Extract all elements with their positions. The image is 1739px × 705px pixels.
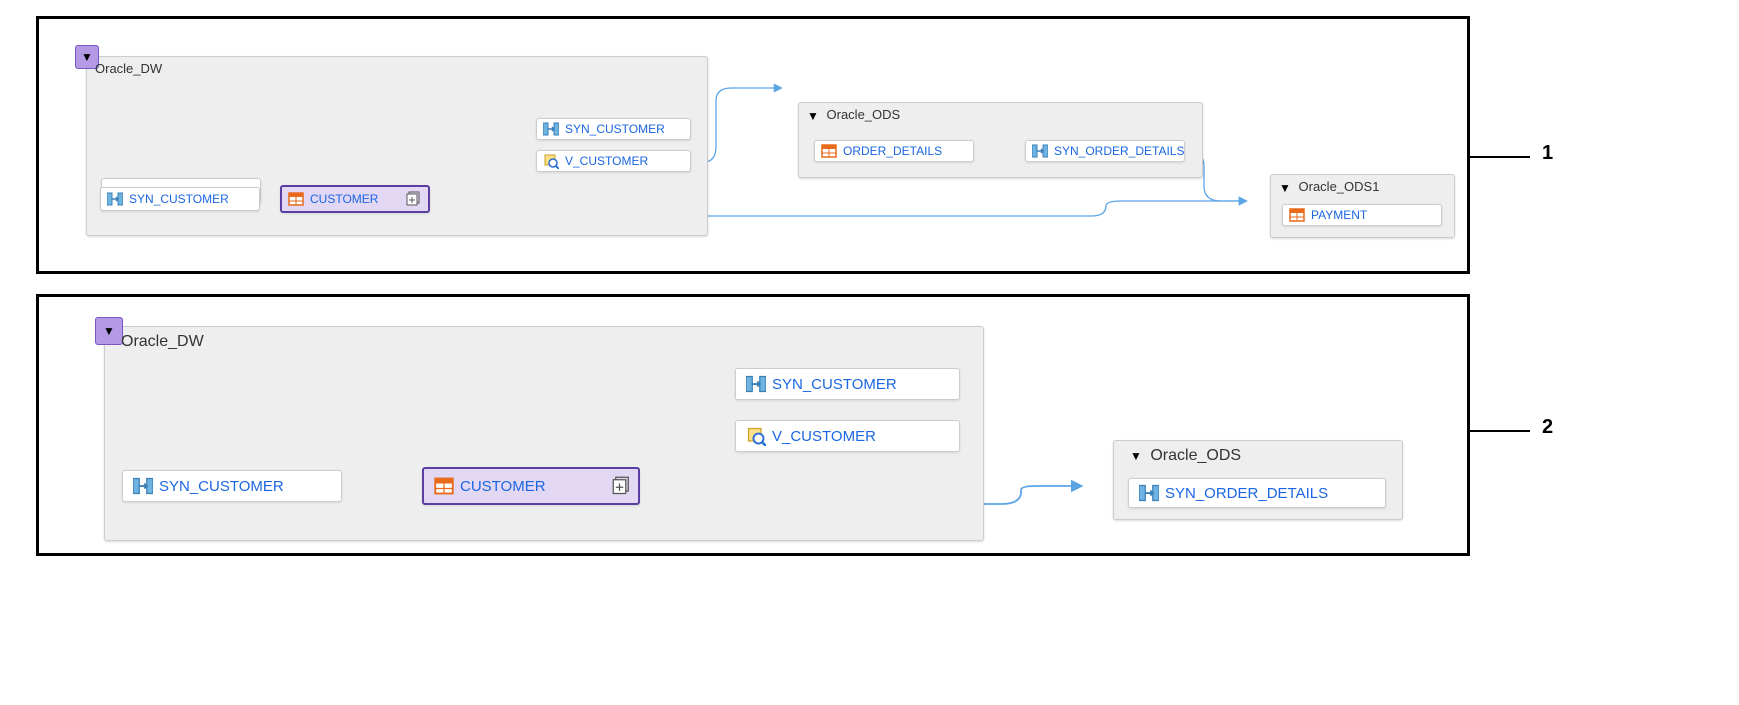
group-title: ▼ Oracle_ODS1	[1279, 179, 1379, 195]
node-label: ORDER_DETAILS	[843, 144, 942, 158]
group-title: ▼ Oracle_ODS	[807, 107, 900, 123]
callout-label-1: 1	[1542, 142, 1553, 165]
node-syn-order-details[interactable]: SYN_ORDER_DETAILS	[1025, 140, 1185, 162]
table-icon	[1289, 207, 1305, 223]
node-v-customer-2[interactable]: V_CUSTOMER	[735, 420, 960, 452]
synonym-icon	[543, 121, 559, 137]
node-syn-customer-source[interactable]: SYN_CUSTOMER	[100, 187, 260, 211]
group-title: Oracle_DW	[121, 333, 204, 351]
node-label: CUSTOMER	[310, 192, 378, 206]
group-toggle-oracle-ods[interactable]: ▼	[807, 109, 819, 123]
node-syn-customer-dest-2[interactable]: SYN_CUSTOMER	[735, 368, 960, 400]
node-syn-customer-source-2[interactable]: SYN_CUSTOMER	[122, 470, 342, 502]
group-toggle-oracle-ods1[interactable]: ▼	[1279, 181, 1291, 195]
node-label: SYN_ORDER_DETAILS	[1054, 144, 1184, 158]
view-icon	[543, 153, 559, 169]
node-customer[interactable]: CUSTOMER	[280, 185, 430, 213]
table-icon	[434, 476, 454, 496]
expand-icon[interactable]	[406, 191, 422, 207]
node-label: SYN_ORDER_DETAILS	[1165, 485, 1328, 502]
group-title: Oracle_DW	[95, 61, 162, 76]
node-payment[interactable]: PAYMENT	[1282, 204, 1442, 226]
node-label: SYN_CUSTOMER	[565, 122, 665, 136]
synonym-icon	[1032, 143, 1048, 159]
node-label: SYN_CUSTOMER	[772, 376, 897, 393]
node-label: CUSTOMER	[460, 478, 546, 495]
synonym-icon	[746, 374, 766, 394]
node-syn-customer-dest[interactable]: SYN_CUSTOMER	[536, 118, 691, 140]
group-toggle-oracle-dw-2[interactable]: ▼	[95, 317, 123, 345]
node-v-customer[interactable]: V_CUSTOMER	[536, 150, 691, 172]
node-label: SYN_CUSTOMER	[159, 478, 284, 495]
group-title: ▼ Oracle_ODS	[1130, 447, 1241, 465]
synonym-icon	[1139, 483, 1159, 503]
node-label: SYN_CUSTOMER	[129, 192, 229, 206]
group-toggle-oracle-ods-2[interactable]: ▼	[1130, 449, 1142, 463]
node-order-details[interactable]: ORDER_DETAILS	[814, 140, 974, 162]
node-label: V_CUSTOMER	[772, 428, 876, 445]
node-customer-2[interactable]: CUSTOMER	[422, 467, 640, 505]
callout-line-2	[1470, 430, 1530, 432]
callout-line-1	[1470, 156, 1530, 158]
synonym-icon	[133, 476, 153, 496]
synonym-icon	[107, 191, 123, 207]
expand-icon[interactable]	[612, 476, 632, 496]
table-icon	[288, 191, 304, 207]
node-label: V_CUSTOMER	[565, 154, 648, 168]
table-icon	[821, 143, 837, 159]
node-syn-order-details-2[interactable]: SYN_ORDER_DETAILS	[1128, 478, 1386, 508]
view-icon	[746, 426, 766, 446]
callout-label-2: 2	[1542, 416, 1553, 439]
node-label: PAYMENT	[1311, 208, 1367, 222]
